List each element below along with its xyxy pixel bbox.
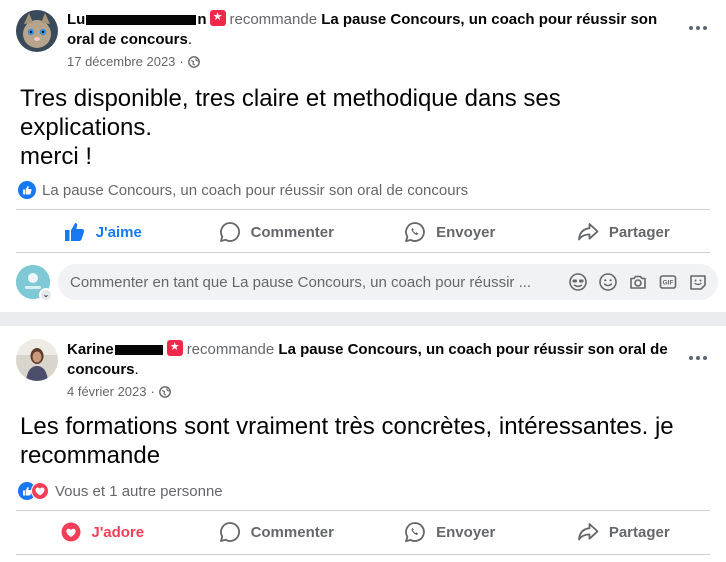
- post-date[interactable]: 4 février 2023: [67, 384, 147, 399]
- share-button[interactable]: Partager: [537, 212, 711, 252]
- comment-label: Commenter: [250, 223, 334, 241]
- author-name[interactable]: Lu n: [67, 11, 207, 28]
- love-label: J'adore: [91, 523, 145, 541]
- post-meta: 17 décembre 2023 ·: [67, 54, 200, 69]
- globe-icon: [187, 55, 200, 68]
- send-label: Envoyer: [436, 223, 496, 241]
- reactions-text: La pause Concours, un coach pour réussir…: [42, 181, 469, 199]
- recommend-badge-icon: [209, 9, 226, 26]
- share-icon: [577, 223, 599, 241]
- reactions-summary[interactable]: La pause Concours, un coach pour réussir…: [18, 181, 468, 199]
- post-body: Les formations sont vraiment très concrè…: [20, 412, 674, 470]
- post-meta: 4 février 2023 ·: [67, 384, 171, 399]
- redacted-name: [86, 15, 197, 26]
- person-avatar-image: [16, 339, 58, 381]
- send-button[interactable]: Envoyer: [363, 212, 537, 252]
- share-label: Partager: [608, 223, 670, 241]
- gif-icon[interactable]: GIF: [658, 272, 678, 292]
- comment-placeholder: Commenter en tant que La pause Concours,…: [70, 273, 532, 291]
- share-label: Partager: [608, 523, 670, 541]
- body-line: Tres disponible, tres claire et methodiq…: [20, 85, 561, 112]
- author-name[interactable]: Karine: [67, 341, 164, 358]
- share-icon: [577, 523, 599, 541]
- like-icon: [64, 223, 84, 241]
- more-icon-dot: [689, 356, 693, 360]
- like-button[interactable]: J'aime: [16, 212, 190, 252]
- globe-icon: [158, 385, 171, 398]
- recommend-verb: recommande: [186, 341, 275, 358]
- send-label: Envoyer: [436, 523, 496, 541]
- body-line: recommande: [20, 442, 161, 469]
- reaction-icons: [18, 482, 49, 500]
- comment-tools: GIF: [568, 272, 708, 292]
- comment-button[interactable]: Commenter: [190, 212, 364, 252]
- body-line: explications.: [20, 114, 153, 141]
- review-post-2: Karinerecommande La pause Concours, un c…: [0, 326, 726, 562]
- post-body: Tres disponible, tres claire et methodiq…: [20, 84, 561, 171]
- post-header: Lunrecommande La pause Concours, un coac…: [67, 9, 677, 50]
- author-avatar[interactable]: [16, 339, 58, 381]
- cat-avatar-image: [16, 10, 58, 52]
- like-reaction-icon: [18, 181, 36, 199]
- emoji-icon[interactable]: [598, 272, 618, 292]
- divider: [16, 554, 710, 555]
- comment-icon: [219, 222, 240, 242]
- body-line: merci !: [20, 143, 92, 170]
- messenger-icon: [405, 222, 425, 243]
- comment-icon: [219, 522, 240, 542]
- recommend-badge-icon: [166, 339, 183, 356]
- camera-icon[interactable]: [628, 272, 648, 292]
- messenger-icon: [405, 522, 425, 543]
- avatar-sticker-icon[interactable]: [688, 272, 708, 292]
- post-actions: J'aime Commenter Envoyer Partager: [16, 212, 710, 252]
- page-avatar[interactable]: ⌄: [16, 265, 53, 302]
- more-options-button[interactable]: [688, 348, 708, 368]
- divider: [16, 510, 710, 511]
- more-icon-dot: [689, 26, 693, 30]
- author-avatar[interactable]: [16, 10, 58, 52]
- body-line: Les formations sont vraiment très concrè…: [20, 413, 674, 440]
- like-label: J'aime: [95, 223, 142, 241]
- heart-reaction-icon: [31, 482, 49, 500]
- post-date[interactable]: 17 décembre 2023: [67, 54, 175, 69]
- send-button[interactable]: Envoyer: [363, 512, 537, 552]
- comment-composer: ⌄ Commenter en tant que La pause Concour…: [16, 263, 718, 302]
- comment-input[interactable]: Commenter en tant que La pause Concours,…: [58, 264, 718, 300]
- review-post-1: Lun recommande La pause Concours, un coac…: [0, 0, 726, 312]
- divider: [16, 209, 710, 210]
- divider: [16, 252, 710, 253]
- sticker-icon[interactable]: [568, 272, 588, 292]
- meta-separator: ·: [179, 54, 184, 69]
- comment-label: Commenter: [250, 523, 334, 541]
- post-header: Karinerecommande La pause Concours, un c…: [67, 339, 692, 380]
- redacted-name: [114, 345, 163, 356]
- reactions-text: Vous et 1 autre personne: [55, 482, 223, 500]
- comment-button[interactable]: Commenter: [190, 512, 364, 552]
- reactions-summary[interactable]: Vous et 1 autre personne: [18, 482, 223, 500]
- share-button[interactable]: Partager: [537, 512, 711, 552]
- meta-separator: ·: [150, 384, 155, 399]
- svg-text:GIF: GIF: [663, 280, 674, 287]
- post-actions: J'adore Commenter Envoyer Partager: [16, 512, 710, 552]
- more-options-button[interactable]: [688, 18, 708, 38]
- love-button[interactable]: J'adore: [16, 512, 190, 552]
- chevron-down-icon[interactable]: ⌄: [39, 288, 53, 302]
- heart-icon: [61, 522, 81, 542]
- recommend-verb: recommande: [229, 11, 318, 28]
